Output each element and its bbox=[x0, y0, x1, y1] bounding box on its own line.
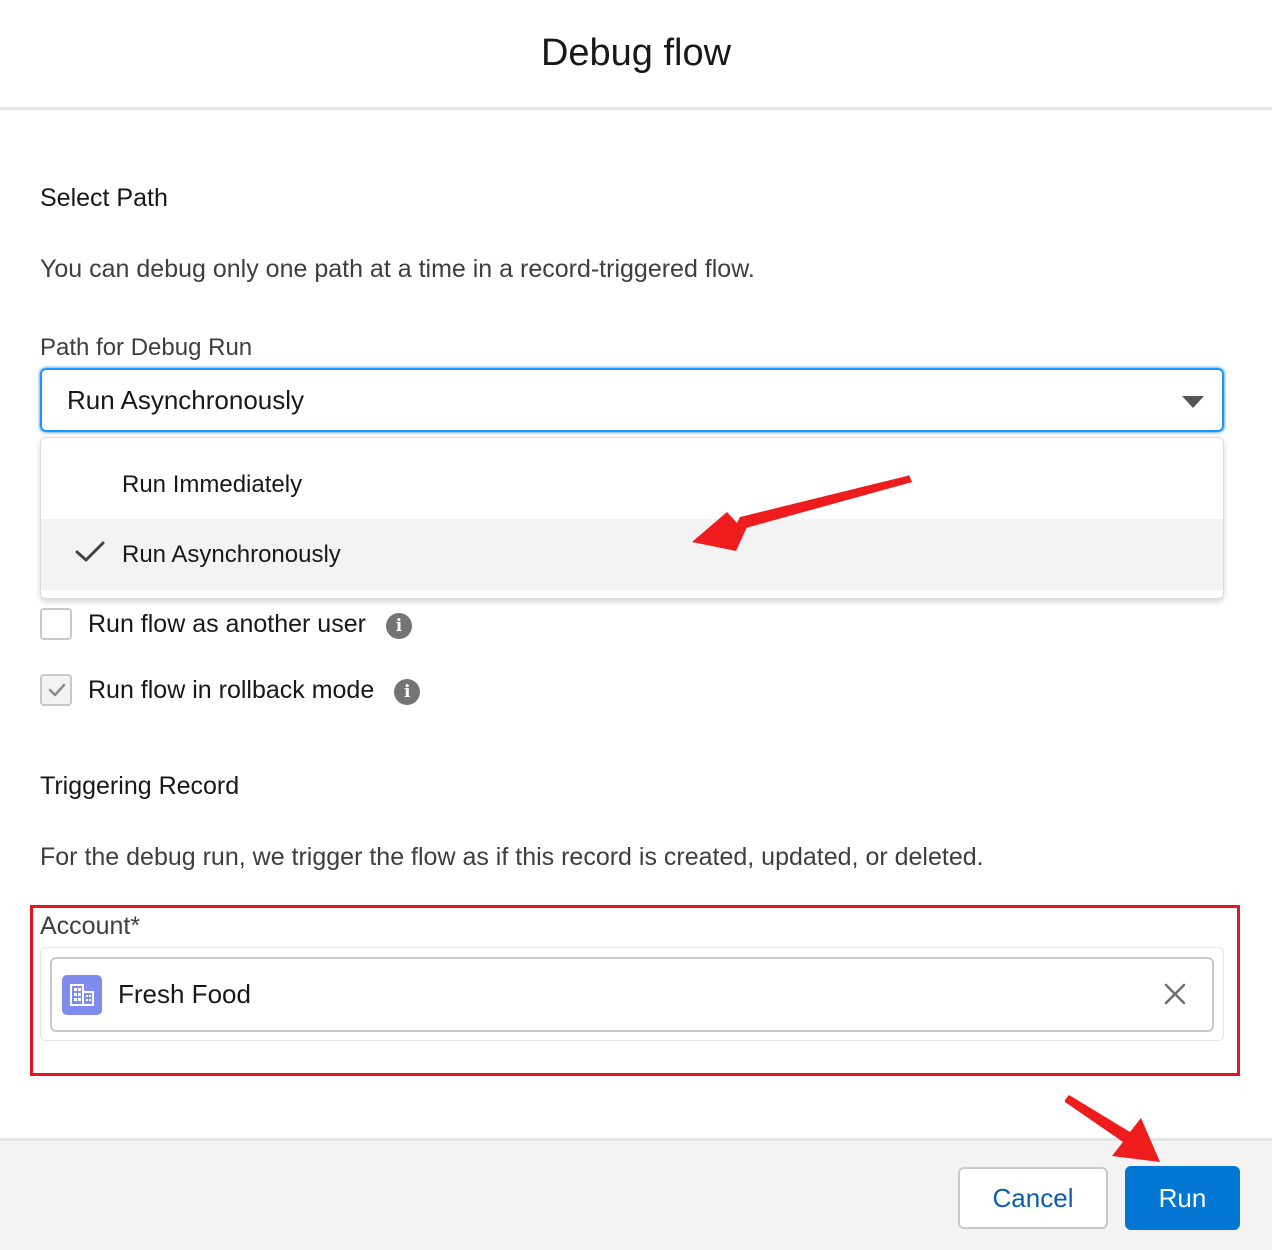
account-lookup-field[interactable]: Fresh Food bbox=[50, 957, 1214, 1032]
info-icon[interactable]: i bbox=[394, 679, 421, 705]
rollback-mode-checkbox[interactable] bbox=[40, 674, 72, 706]
rollback-mode-row: Run flow in rollback mode i bbox=[40, 674, 421, 706]
run-as-user-label: Run flow as another user bbox=[88, 609, 366, 638]
rollback-mode-label: Run flow in rollback mode bbox=[88, 675, 375, 704]
clear-icon[interactable] bbox=[1164, 983, 1186, 1005]
option-run-asynchronously[interactable]: Run Asynchronously bbox=[41, 519, 1223, 590]
option-label: Run Immediately bbox=[122, 470, 303, 498]
path-dropdown-list: Run Immediately Run Asynchronously bbox=[40, 437, 1224, 599]
modal-title: Debug flow bbox=[540, 32, 732, 74]
account-field-label: Account* bbox=[40, 912, 141, 940]
path-select[interactable]: Run Asynchronously bbox=[40, 368, 1224, 432]
run-as-user-row: Run flow as another user i bbox=[40, 608, 412, 640]
select-path-title: Select Path bbox=[40, 184, 168, 212]
debug-flow-modal: Debug flow Select Path You can debug onl… bbox=[0, 0, 1272, 1250]
modal-header: Debug flow bbox=[0, 0, 1272, 110]
option-label: Run Asynchronously bbox=[122, 540, 341, 568]
caret-down-icon bbox=[1182, 396, 1204, 408]
check-icon bbox=[75, 541, 105, 562]
run-button[interactable]: Run bbox=[1125, 1166, 1240, 1230]
info-icon[interactable]: i bbox=[385, 613, 412, 639]
option-run-immediately[interactable]: Run Immediately bbox=[41, 449, 1223, 520]
checkmark-icon bbox=[48, 683, 66, 697]
cancel-button[interactable]: Cancel bbox=[958, 1167, 1108, 1229]
path-select-value: Run Asynchronously bbox=[67, 384, 305, 415]
triggering-record-description: For the debug run, we trigger the flow a… bbox=[40, 843, 984, 871]
run-as-user-checkbox[interactable] bbox=[40, 608, 72, 640]
path-field-label: Path for Debug Run bbox=[40, 334, 253, 361]
account-icon bbox=[62, 974, 102, 1015]
account-value: Fresh Food bbox=[118, 979, 251, 1009]
select-path-description: You can debug only one path at a time in… bbox=[40, 255, 755, 283]
triggering-record-title: Triggering Record bbox=[40, 772, 240, 800]
